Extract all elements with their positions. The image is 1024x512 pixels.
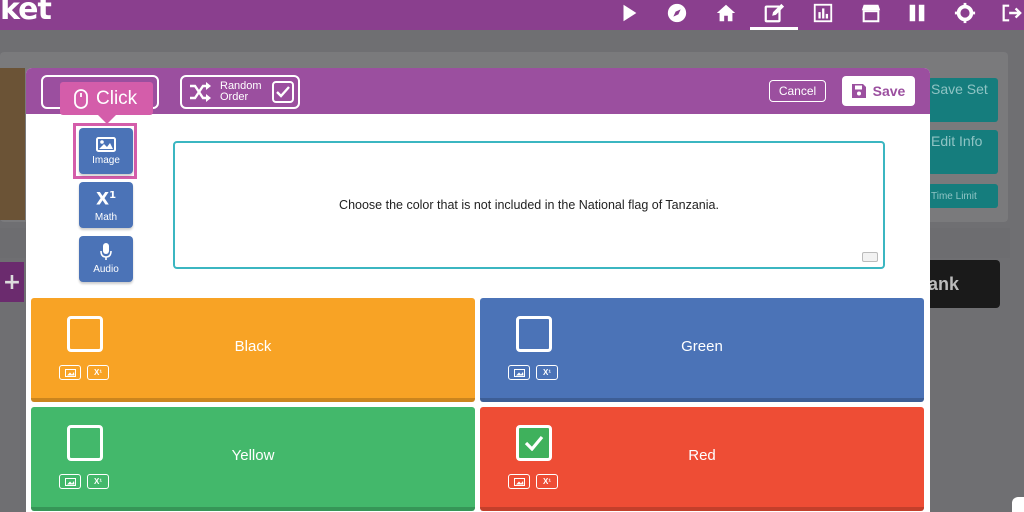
- compass-icon[interactable]: [662, 0, 692, 26]
- scroll-corner: [1012, 497, 1024, 512]
- answer-label: Black: [234, 338, 272, 355]
- answer-option[interactable]: X¹ Red: [480, 407, 924, 511]
- answer-option[interactable]: X¹ Black: [31, 298, 475, 402]
- home-icon[interactable]: [711, 0, 741, 26]
- edit-icon[interactable]: [759, 0, 789, 26]
- gear-icon[interactable]: [950, 0, 980, 26]
- background-dark-button: ank: [926, 260, 1000, 308]
- save-label: Save: [872, 83, 906, 99]
- logout-icon[interactable]: [996, 0, 1024, 26]
- mouse-icon: [74, 88, 88, 109]
- chart-icon[interactable]: [808, 0, 838, 26]
- image-label: Image: [92, 154, 120, 166]
- add-math-button[interactable]: X1 Math: [79, 182, 133, 228]
- background-time-limit-button: Time Limit: [928, 184, 998, 208]
- answer-image-icon[interactable]: [508, 365, 530, 380]
- floppy-disk-icon: [851, 84, 866, 98]
- answer-image-icon[interactable]: [508, 474, 530, 489]
- audio-label: Audio: [93, 264, 119, 275]
- save-button[interactable]: Save: [842, 76, 915, 106]
- answer-math-icon[interactable]: X¹: [87, 474, 109, 489]
- answer-option[interactable]: X¹ Green: [480, 298, 924, 402]
- click-tooltip: Click: [60, 82, 153, 124]
- math-label: Math: [94, 211, 118, 223]
- microphone-icon: [100, 243, 112, 260]
- image-icon: [96, 136, 116, 152]
- question-text: Choose the color that is not included in…: [339, 198, 719, 212]
- background-add-icon: +: [0, 262, 24, 302]
- answer-image-icon[interactable]: [59, 474, 81, 489]
- answer-option[interactable]: X¹ Yellow: [31, 407, 475, 511]
- modal-header: Random Order Cancel Save: [26, 68, 930, 114]
- add-audio-button[interactable]: Audio: [79, 236, 133, 282]
- answer-label: Green: [681, 338, 723, 355]
- app-logo[interactable]: ket: [0, 0, 52, 27]
- top-nav: ket: [0, 0, 1024, 30]
- answer-math-icon[interactable]: X¹: [536, 365, 558, 380]
- play-icon[interactable]: [614, 0, 644, 26]
- random-order-checkbox[interactable]: [272, 81, 294, 103]
- random-order-label: Random Order: [220, 80, 262, 103]
- answer-math-icon[interactable]: X¹: [536, 474, 558, 489]
- answer-label: Red: [688, 447, 716, 464]
- answer-image-icon[interactable]: [59, 365, 81, 380]
- add-image-button[interactable]: Image: [79, 128, 133, 174]
- background-thumbnail: [0, 68, 25, 220]
- active-tab-indicator: [750, 27, 798, 30]
- grid-icon[interactable]: [902, 0, 932, 26]
- shuffle-icon: [190, 82, 211, 102]
- background-save-set-button: Save Set: [928, 78, 998, 122]
- cancel-button[interactable]: Cancel: [769, 80, 826, 102]
- answer-math-icon[interactable]: X¹: [87, 365, 109, 380]
- tooltip-label: Click: [96, 87, 138, 109]
- keyboard-icon[interactable]: [862, 252, 878, 262]
- superscript-x-icon: X1: [95, 189, 117, 210]
- question-input[interactable]: Choose the color that is not included in…: [173, 141, 885, 269]
- background-edit-info-button: Edit Info: [928, 130, 998, 174]
- random-order-toggle[interactable]: Random Order: [180, 75, 300, 109]
- check-icon: [276, 86, 290, 98]
- answer-label: Yellow: [231, 447, 275, 464]
- store-icon[interactable]: [856, 0, 886, 26]
